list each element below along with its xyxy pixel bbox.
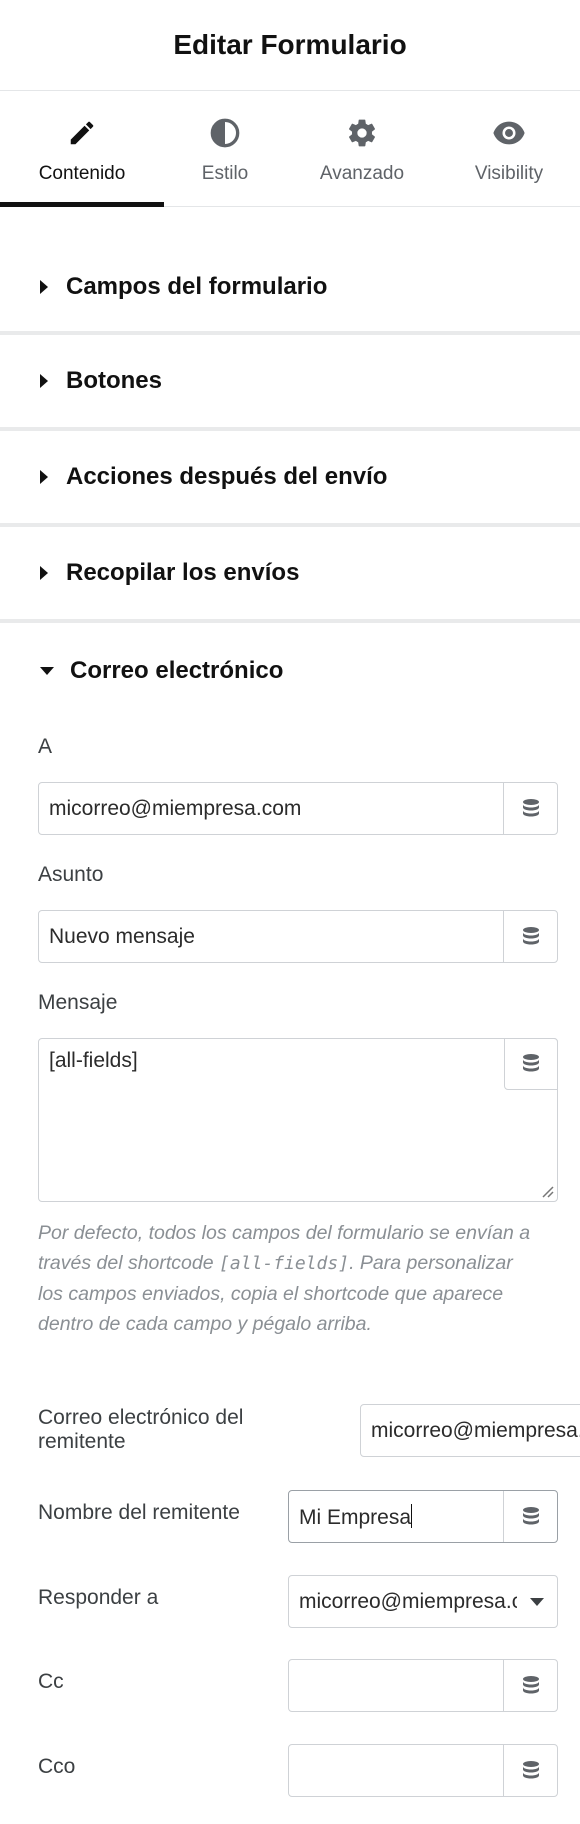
text-cursor [411,1503,413,1528]
from-name-value: Mi Empresa [299,1503,413,1529]
reply-to-value: micorreo@miempresa.com [299,1589,517,1613]
caret-right-icon [40,566,48,580]
from-name-label: Nombre del remitente [38,1501,240,1524]
chevron-down-icon [517,1597,557,1606]
section-correo-electronico[interactable]: Correo electrónico [0,623,580,719]
tab-bar: Contenido Estilo Avanzado Visibility [0,91,580,207]
tab-contenido[interactable]: Contenido [0,91,164,207]
message-label: Mensaje [38,991,118,1014]
bcc-field[interactable] [288,1744,558,1797]
message-help-text: Por defecto, todos los campos del formul… [38,1222,531,1335]
subject-value: Nuevo mensaje [49,924,195,948]
from-email-value: micorreo@miempresa.com [371,1418,580,1442]
subject-field[interactable]: Nuevo mensaje [38,910,558,963]
from-email-field[interactable]: micorreo@miempresa.com [360,1404,580,1457]
contrast-icon [209,113,241,153]
database-icon [523,1054,539,1072]
section-campos-del-formulario[interactable]: Campos del formulario [0,242,580,335]
database-icon [522,798,539,816]
section-label: Correo electrónico [70,657,284,684]
to-value: micorreo@miempresa.com [49,796,302,820]
section-label: Botones [66,367,162,394]
cc-label: Cc [38,1670,64,1693]
section-label: Acciones después del envío [66,463,388,490]
cc-field[interactable] [288,1659,558,1712]
message-value: [all-fields] [49,1049,138,1072]
tab-estilo[interactable]: Estilo [164,91,286,206]
section-botones[interactable]: Botones [0,335,580,431]
dynamic-tags-button[interactable] [503,1745,557,1796]
dynamic-tags-button[interactable] [504,1038,558,1090]
bcc-label: Cco [38,1755,76,1778]
database-icon [522,1675,539,1693]
from-name-field[interactable]: Mi Empresa [288,1490,558,1543]
resize-handle-icon[interactable] [540,1184,554,1198]
tab-avanzado[interactable]: Avanzado [286,91,438,206]
tab-label: Contenido [38,163,126,184]
database-icon [522,1760,539,1778]
caret-right-icon [40,279,48,294]
dynamic-tags-button[interactable] [503,1491,557,1542]
caret-right-icon [40,470,48,484]
to-field[interactable]: micorreo@miempresa.com [38,782,558,835]
section-label: Recopilar los envíos [66,559,300,586]
pencil-icon [67,113,97,153]
caret-right-icon [40,374,48,388]
dynamic-tags-button[interactable] [503,783,557,834]
page-title: Editar Formulario [173,29,407,60]
dynamic-tags-button[interactable] [503,911,557,962]
reply-to-label: Responder a [38,1586,159,1609]
database-icon [522,926,539,944]
dynamic-tags-button[interactable] [503,1660,557,1711]
section-acciones-despues-del-envio[interactable]: Acciones después del envío [0,431,580,527]
tab-label: Avanzado [319,163,405,184]
from-email-label: Correo electrónico del remitente [38,1406,244,1453]
caret-down-icon [40,667,54,675]
reply-to-select[interactable]: micorreo@miempresa.com [288,1575,558,1628]
to-label: A [38,735,53,758]
gear-icon [346,113,378,153]
message-textarea[interactable]: [all-fields] [38,1038,558,1202]
tab-visibility[interactable]: Visibility [438,91,580,206]
database-icon [522,1506,539,1524]
shortcode: [all-fields] [219,1253,350,1274]
tab-label: Estilo [201,163,249,184]
subject-label: Asunto [38,863,104,886]
eye-icon [492,113,526,153]
section-label: Campos del formulario [66,272,328,300]
tab-label: Visibility [474,163,544,184]
section-recopilar-los-envios[interactable]: Recopilar los envíos [0,527,580,623]
panel-header: Editar Formulario [0,0,580,91]
